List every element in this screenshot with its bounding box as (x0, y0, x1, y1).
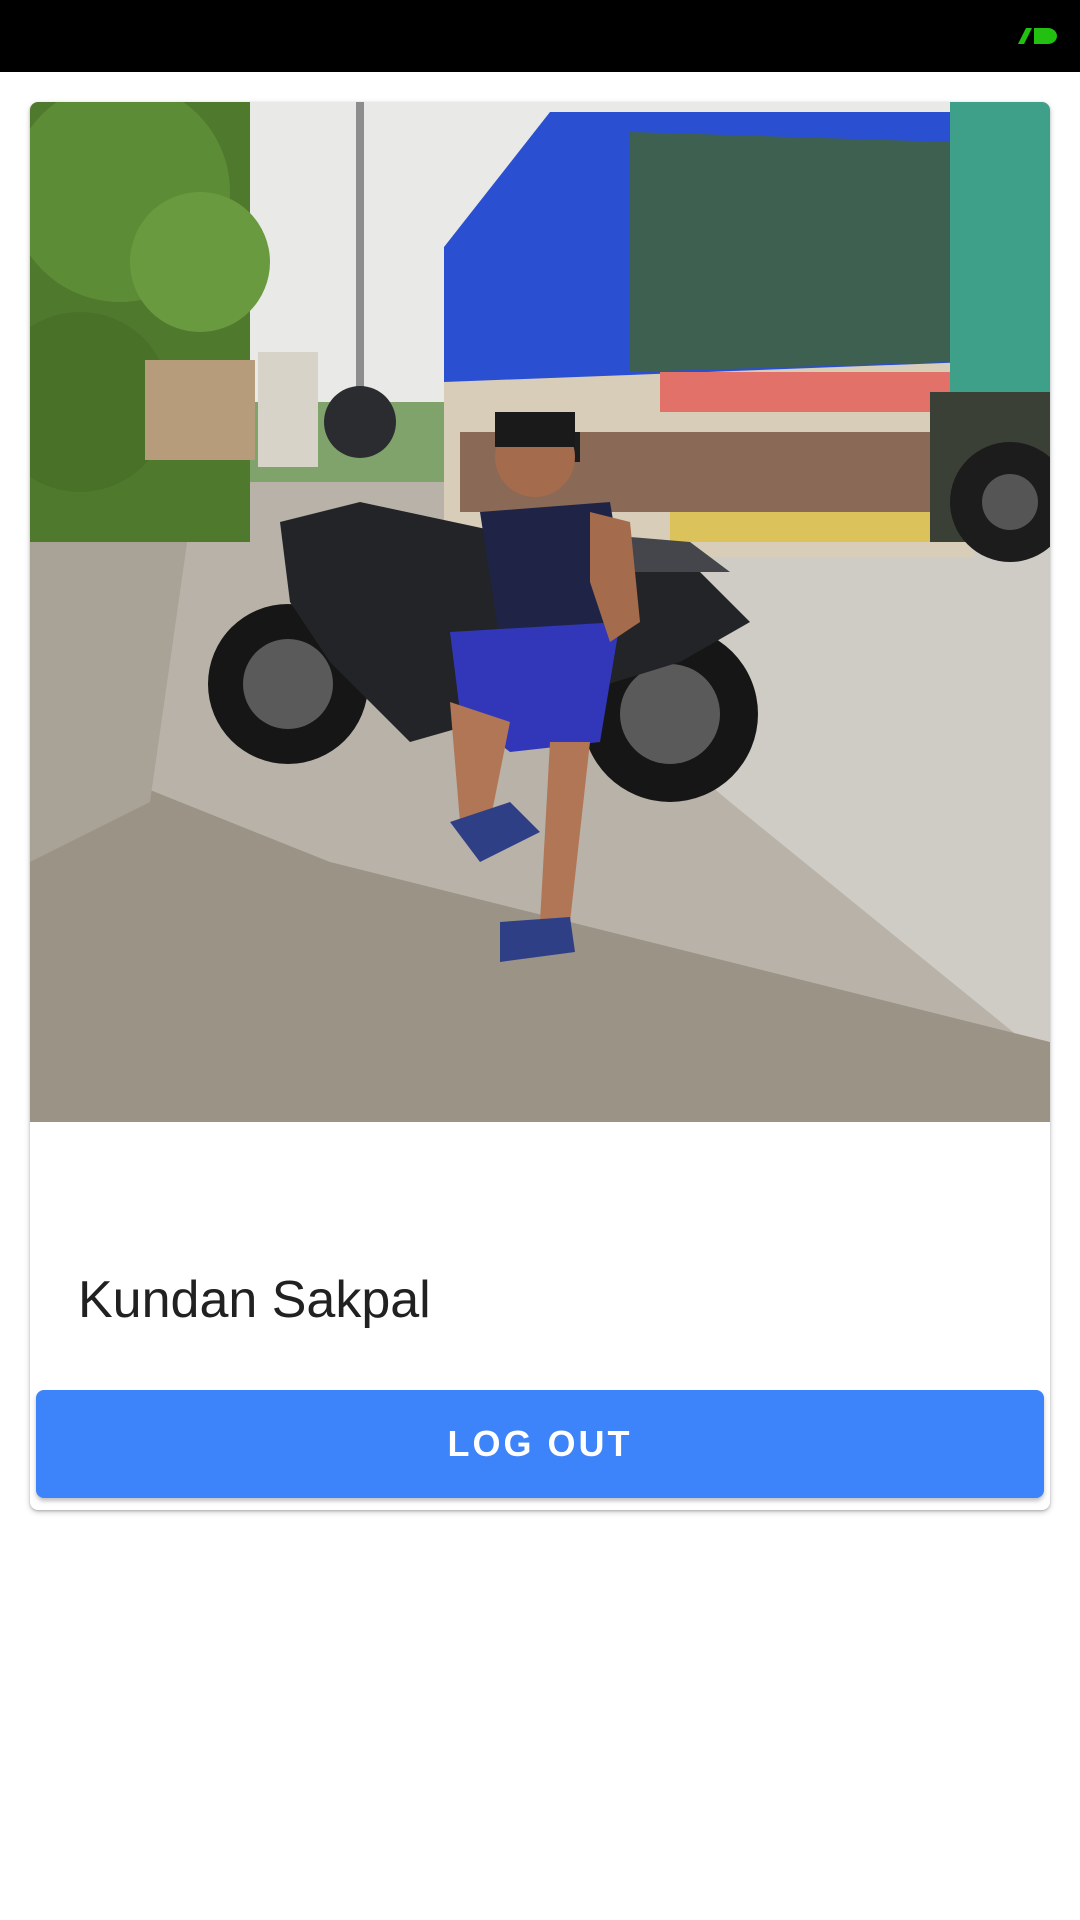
profile-photo (30, 102, 1050, 1122)
profile-name: Kundan Sakpal (78, 1271, 431, 1329)
logout-button[interactable]: LOG OUT (36, 1390, 1044, 1498)
status-bar (0, 0, 1080, 72)
app-logo-icon (1018, 28, 1057, 44)
profile-card: Kundan Sakpal kundansakpal@gmail.com LOG… (30, 102, 1050, 1510)
